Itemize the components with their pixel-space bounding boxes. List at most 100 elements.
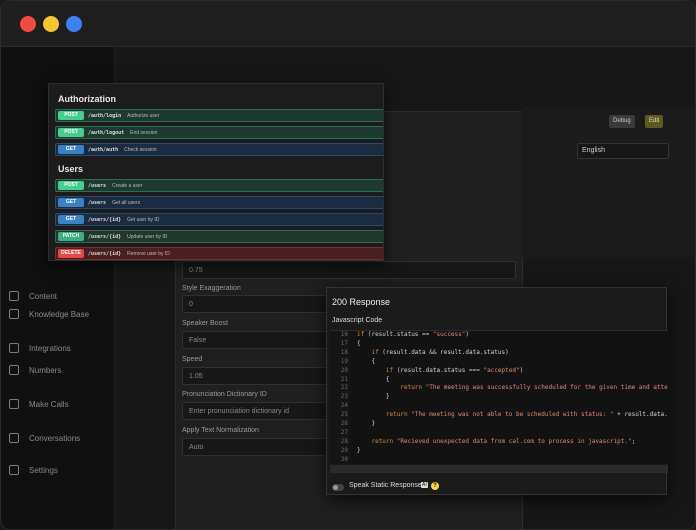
section-title: Users [58, 164, 84, 174]
line-number: 27 [340, 428, 348, 436]
endpoint-row[interactable]: GET /auth/auth Check session [55, 143, 383, 156]
stability-field[interactable]: 0.75 [182, 261, 516, 279]
endpoint-desc: Get all users [112, 199, 141, 206]
speak-static-response-toggle[interactable] [332, 484, 344, 491]
line-number: 21 [340, 375, 348, 383]
sidebar-item-label: Integrations [29, 343, 71, 353]
app-window: Content Knowledge Base Integrations Numb… [0, 0, 696, 530]
code-line: } [357, 446, 361, 454]
chat-icon [9, 433, 19, 443]
endpoint-desc: Authorize user [127, 112, 160, 119]
file-icon [9, 291, 19, 301]
endpoint-row[interactable]: PATCH /users/{id} Update user by ID [55, 230, 383, 243]
endpoint-path: /auth/login [88, 112, 122, 119]
sidebar-item-label: Conversations [29, 433, 81, 443]
line-number: 25 [340, 411, 348, 419]
code-lines: if (result.status == "success"){ if (res… [357, 331, 668, 464]
code-line: { [357, 375, 390, 383]
sidebar-item-integrations[interactable]: Integrations [9, 343, 71, 353]
line-number: 17 [340, 339, 348, 347]
ai-badge: AI [421, 482, 428, 488]
method-badge: POST [58, 128, 84, 137]
line-number: 28 [340, 437, 348, 445]
endpoint-row[interactable]: GET /users Get all users [55, 196, 383, 209]
toggle-label: Speak Static Response [349, 482, 422, 489]
maximize-window-button[interactable] [66, 16, 82, 32]
book-icon [9, 309, 19, 319]
code-line: return "Recieved unexpected data from ca… [371, 437, 636, 445]
code-line: return "The meeting was successfully sch… [400, 384, 668, 392]
code-editor[interactable]: 16171819202122232425262728293031 if (res… [330, 330, 668, 464]
endpoint-desc: Check session [124, 146, 157, 153]
method-badge: POST [58, 111, 84, 120]
line-number: 23 [340, 393, 348, 401]
endpoint-path: /users/{id} [88, 233, 122, 240]
endpoint-desc: Create a user [112, 182, 143, 189]
sidebar-item-conversations[interactable]: Conversations [9, 433, 80, 443]
field-label: Speed [182, 356, 203, 363]
endpoint-desc: Remove user by ID [127, 250, 170, 257]
edit-button[interactable]: Edit [645, 115, 664, 128]
method-badge: GET [58, 198, 84, 207]
sidebar-item-label: Settings [29, 465, 58, 475]
phone-icon [9, 399, 19, 409]
close-window-button[interactable] [20, 16, 36, 32]
debug-button[interactable]: Debug [609, 115, 635, 128]
section-title: Authorization [58, 94, 116, 104]
sidebar-item-settings[interactable]: Settings [9, 465, 58, 475]
response-subtitle: Javascript Code [332, 317, 383, 324]
endpoint-path: /users [88, 182, 107, 189]
line-number: 22 [340, 384, 348, 392]
method-badge: PATCH [58, 232, 84, 241]
api-endpoints-panel: Authorization POST /auth/login Authorize… [48, 83, 384, 261]
line-gutter: 16171819202122232425262728293031 [330, 331, 350, 464]
minimize-window-button[interactable] [43, 16, 59, 32]
horizontal-scrollbar[interactable] [330, 465, 668, 473]
method-badge: GET [58, 145, 84, 154]
hash-icon [9, 365, 19, 375]
line-number: 24 [340, 402, 348, 410]
sidebar-item-numbers[interactable]: Numbers [9, 365, 61, 375]
endpoint-desc: Get user by ID [127, 216, 160, 223]
code-line: if (result.data && result.data.status) [371, 348, 509, 356]
help-icon[interactable]: ? [431, 482, 439, 490]
code-line: { [357, 357, 376, 365]
gear-icon [9, 465, 19, 475]
code-line: { [357, 339, 361, 347]
sidebar-item-content[interactable]: Content [9, 291, 57, 301]
sidebar-item-label: Numbers [29, 365, 62, 375]
endpoint-path: /users/{id} [88, 250, 122, 257]
endpoint-row[interactable]: POST /auth/logout End session [55, 126, 383, 139]
field-label: Speaker Boost [182, 320, 228, 327]
line-number: 20 [340, 366, 348, 374]
endpoint-desc: Update user by ID [127, 233, 168, 240]
language-select[interactable]: English [577, 143, 669, 159]
sidebar-item-knowledge-base[interactable]: Knowledge Base [9, 309, 89, 319]
line-number: 19 [340, 357, 348, 365]
puzzle-icon [9, 343, 19, 353]
method-badge: GET [58, 215, 84, 224]
field-label: Style Exaggeration [182, 285, 241, 292]
code-line: return "The meeting was not able to be s… [385, 411, 668, 419]
endpoint-row[interactable]: POST /auth/login Authorize user [55, 109, 383, 122]
sidebar-item-make-calls[interactable]: Make Calls [9, 399, 69, 409]
endpoint-path: /users [88, 199, 107, 206]
sidebar-item-label: Make Calls [29, 399, 69, 409]
sidebar-item-label: Content [29, 291, 58, 301]
code-line: if (result.status == "success") [357, 331, 470, 338]
endpoint-path: /auth/auth [88, 146, 119, 153]
endpoint-row[interactable]: POST /users Create a user [55, 179, 383, 192]
field-label: Pronunciation Dictionary ID [182, 391, 267, 398]
title-bar [1, 1, 695, 47]
endpoint-row[interactable]: DELETE /users/{id} Remove user by ID [55, 247, 383, 260]
sidebar-item-label: Knowledge Base [29, 309, 90, 319]
endpoint-desc: End session [130, 129, 158, 136]
line-number: 30 [340, 455, 348, 463]
endpoint-row[interactable]: GET /users/{id} Get user by ID [55, 213, 383, 226]
field-label: Apply Text Normalization [182, 427, 259, 434]
endpoint-path: /auth/logout [88, 129, 125, 136]
line-number: 16 [340, 331, 348, 338]
